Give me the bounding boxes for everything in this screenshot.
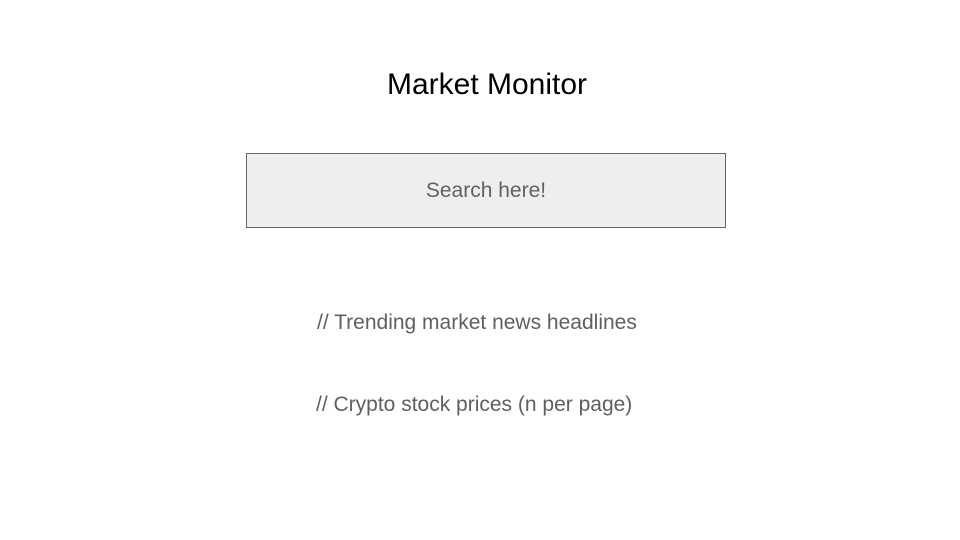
search-input[interactable]: Search here! xyxy=(246,153,726,228)
news-headlines-placeholder: // Trending market news headlines xyxy=(317,311,637,334)
crypto-prices-placeholder: // Crypto stock prices (n per page) xyxy=(316,393,633,416)
search-placeholder: Search here! xyxy=(425,178,547,202)
page-title: Market Monitor xyxy=(386,68,588,101)
